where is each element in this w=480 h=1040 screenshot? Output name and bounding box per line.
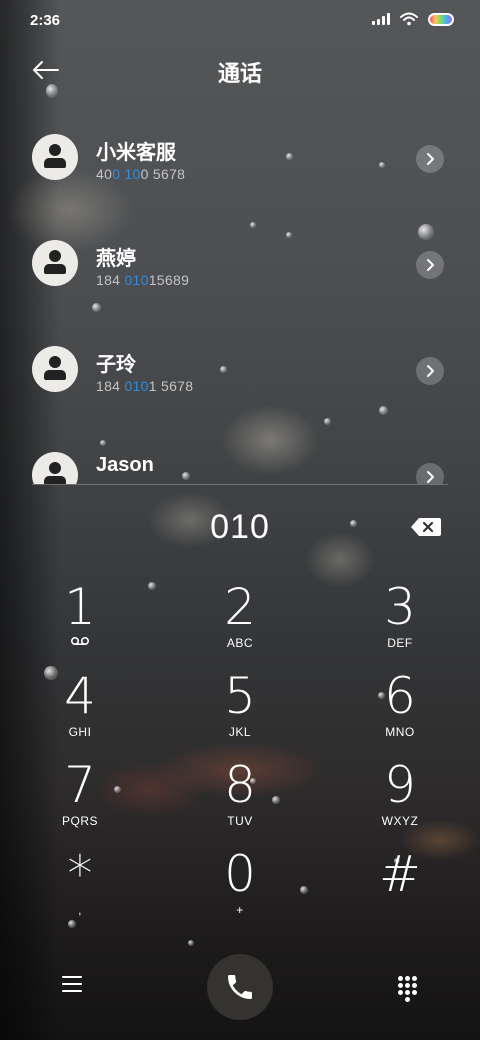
key-digit: 3 xyxy=(384,578,416,636)
key-digit: 5 xyxy=(224,667,256,725)
avatar xyxy=(32,134,78,180)
battery-icon xyxy=(428,12,454,26)
contact-search-results[interactable]: 小米客服 400 100 5678 燕婷 184 01015689 子玲 184… xyxy=(0,104,480,484)
status-time: 2:36 xyxy=(30,12,61,29)
number-suffix: 15689 xyxy=(148,272,190,288)
signal-icon xyxy=(372,13,390,25)
key-digit: # xyxy=(379,845,421,903)
avatar xyxy=(32,240,78,286)
key-digit: 4 xyxy=(64,667,96,725)
key-digit: 0 xyxy=(224,845,256,903)
number-suffix: 1 5678 xyxy=(148,378,194,394)
key-letters: TUV xyxy=(227,814,253,828)
key-letters: WXYZ xyxy=(381,814,419,828)
dialed-number-display[interactable]: 010 xyxy=(0,508,480,547)
chevron-right-icon xyxy=(427,471,434,483)
key-8[interactable]: 8 TUV xyxy=(180,756,300,840)
key-letters: GHI xyxy=(68,725,92,739)
delete-button[interactable] xyxy=(410,516,442,538)
contact-name: Jason xyxy=(96,454,154,476)
key-digit: 2 xyxy=(224,578,256,636)
number-prefix: 184 xyxy=(96,378,125,394)
contact-row[interactable]: 子玲 184 0101 5678 xyxy=(0,316,480,416)
contact-detail-button[interactable] xyxy=(416,251,444,279)
key-digit: 8 xyxy=(224,756,256,814)
key-letters: ABC xyxy=(226,636,254,650)
number-match-highlight: 010 xyxy=(124,378,149,394)
avatar xyxy=(32,346,78,392)
contact-name: 小米客服 xyxy=(96,142,176,164)
page-title: 通话 xyxy=(217,61,262,86)
contact-number: 184 0101 5678 xyxy=(96,378,193,394)
key-3[interactable]: 3 DEF xyxy=(340,578,460,662)
contact-detail-button[interactable] xyxy=(416,145,444,173)
backspace-icon xyxy=(411,518,441,536)
bottom-bar xyxy=(0,952,480,1022)
key-digit: * xyxy=(67,845,93,903)
menu-button[interactable] xyxy=(62,976,84,996)
list-divider xyxy=(32,484,448,485)
key-letters: PQRS xyxy=(61,814,98,828)
key-9[interactable]: 9 WXYZ xyxy=(340,756,460,840)
number-prefix: 40 xyxy=(96,166,113,182)
contact-detail-button[interactable] xyxy=(416,463,444,484)
contact-row[interactable]: Jason xyxy=(0,422,480,484)
contact-row[interactable]: 燕婷 184 01015689 xyxy=(0,210,480,310)
contact-name: 子玲 xyxy=(96,354,136,376)
chevron-right-icon xyxy=(427,365,434,377)
contact-number: 184 01015689 xyxy=(96,272,189,288)
contact-number: 400 100 5678 xyxy=(96,166,185,182)
key-6[interactable]: 6 MNO xyxy=(340,667,460,751)
dialpad-toggle-button[interactable] xyxy=(396,974,420,1002)
menu-icon xyxy=(62,976,84,992)
wifi-icon xyxy=(400,12,418,26)
number-prefix: 184 xyxy=(96,272,125,288)
contact-row[interactable]: 小米客服 400 100 5678 xyxy=(0,104,480,204)
key-5[interactable]: 5 JKL xyxy=(180,667,300,751)
phone-icon xyxy=(228,975,252,999)
number-suffix: 0 5678 xyxy=(140,166,186,182)
key-hash[interactable]: # xyxy=(340,845,460,929)
key-digit: 7 xyxy=(64,756,96,814)
key-7[interactable]: 7 PQRS xyxy=(20,756,140,840)
call-button[interactable] xyxy=(207,954,273,1020)
key-digit: 9 xyxy=(384,756,416,814)
key-letters: JKL xyxy=(228,725,252,739)
number-match-highlight: 0 10 xyxy=(112,166,141,182)
chevron-right-icon xyxy=(427,259,434,271)
avatar xyxy=(32,452,78,484)
key-4[interactable]: 4 GHI xyxy=(20,667,140,751)
contact-detail-button[interactable] xyxy=(416,357,444,385)
header: 通话 xyxy=(0,42,480,98)
contact-name: 燕婷 xyxy=(96,248,136,270)
status-bar: 2:36 xyxy=(0,0,480,42)
key-star[interactable]: * , xyxy=(20,845,140,929)
key-1[interactable]: 1 xyxy=(20,578,140,662)
status-icons xyxy=(372,12,454,26)
key-letters: MNO xyxy=(385,725,415,739)
key-letters: + xyxy=(236,903,244,917)
key-digit: 1 xyxy=(64,578,96,636)
key-0[interactable]: 0 + xyxy=(180,845,300,929)
key-letters: DEF xyxy=(387,636,413,650)
number-match-highlight: 010 xyxy=(124,272,149,288)
chevron-right-icon xyxy=(427,153,434,165)
voicemail-icon xyxy=(70,636,90,646)
key-letters: , xyxy=(78,903,82,917)
key-digit: 6 xyxy=(384,667,416,725)
key-2[interactable]: 2 ABC xyxy=(180,578,300,662)
